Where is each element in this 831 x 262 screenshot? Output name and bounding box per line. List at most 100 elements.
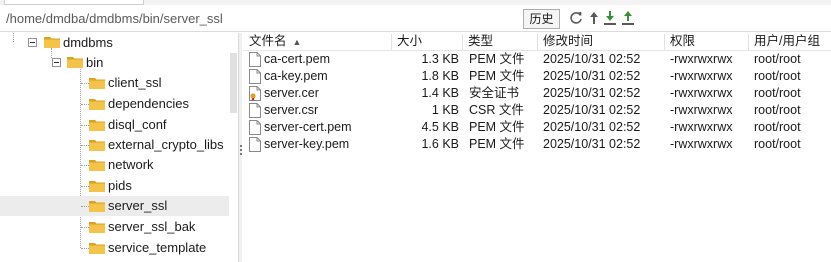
column-divider[interactable] xyxy=(748,34,749,50)
tree-item-label: service_template xyxy=(108,240,207,255)
folder-icon xyxy=(67,56,83,68)
file-type: PEM 文件 xyxy=(469,120,525,134)
file-owner: root/root xyxy=(754,69,801,83)
file-modified: 2025/10/31 02:52 xyxy=(543,103,641,117)
tree-scrollbar[interactable] xyxy=(229,33,238,262)
tree-connector xyxy=(81,227,89,228)
file-icon xyxy=(249,52,261,67)
tree-item-server-ssl[interactable]: server_ssl xyxy=(0,196,229,216)
file-icon xyxy=(249,120,261,135)
certificate-icon xyxy=(249,86,261,101)
tree-item-label: server_ssl_bak xyxy=(108,219,196,234)
folder-icon xyxy=(89,200,105,212)
file-modified: 2025/10/31 02:52 xyxy=(543,137,641,151)
sort-ascending-icon: ▲ xyxy=(292,37,302,47)
tree-item-label: bin xyxy=(86,55,104,70)
file-row[interactable]: server.cer 1.4 KB 安全证书 2025/10/31 02:52 … xyxy=(243,85,831,102)
tree-connector xyxy=(81,186,89,187)
tree-item-server-ssl-bak[interactable]: server_ssl_bak xyxy=(0,217,229,237)
tree-item-bin[interactable]: bin xyxy=(0,53,229,73)
history-button[interactable]: 历史 xyxy=(523,9,560,29)
file-row[interactable]: ca-cert.pem 1.3 KB PEM 文件 2025/10/31 02:… xyxy=(243,51,831,68)
column-header-modified[interactable]: 修改时间 xyxy=(543,33,663,51)
splitter-grip xyxy=(240,153,242,155)
file-permissions: -rwxrwxrwx xyxy=(670,69,733,83)
refresh-icon[interactable] xyxy=(568,10,584,26)
tree-item-disql-conf[interactable]: disql_conf xyxy=(0,115,229,135)
column-label: 文件名 xyxy=(249,34,287,48)
tree-item-external-crypto-libs[interactable]: external_crypto_libs xyxy=(0,135,229,155)
file-row[interactable]: ca-key.pem 1.8 KB PEM 文件 2025/10/31 02:5… xyxy=(243,68,831,85)
file-owner: root/root xyxy=(754,137,801,151)
file-row[interactable]: server.csr 1 KB CSR 文件 2025/10/31 02:52 … xyxy=(243,102,831,119)
file-permissions: -rwxrwxrwx xyxy=(670,86,733,100)
tree-item-network[interactable]: network xyxy=(0,155,229,175)
file-type: CSR 文件 xyxy=(469,103,524,117)
file-modified: 2025/10/31 02:52 xyxy=(543,120,641,134)
tree-connector xyxy=(81,248,89,249)
file-owner: root/root xyxy=(754,120,801,134)
directory-tree: dmdbms bin client_ssl dependencies disql… xyxy=(0,33,238,262)
collapse-toggle[interactable] xyxy=(52,58,61,67)
column-divider[interactable] xyxy=(462,34,463,50)
folder-icon xyxy=(89,242,105,254)
tree-item-label: external_crypto_libs xyxy=(108,137,224,152)
file-permissions: -rwxrwxrwx xyxy=(670,137,733,151)
column-header-owner[interactable]: 用户/用户组 xyxy=(754,33,831,51)
file-modified: 2025/10/31 02:52 xyxy=(543,86,641,100)
column-header-permissions[interactable]: 权限 xyxy=(670,33,750,51)
column-header-name[interactable]: 文件名 ▲ xyxy=(249,33,389,51)
file-type: PEM 文件 xyxy=(469,69,525,83)
file-size: 1.6 KB xyxy=(421,137,459,151)
folder-icon xyxy=(89,221,105,233)
column-header-type[interactable]: 类型 xyxy=(468,33,538,51)
tree-item-label: pids xyxy=(108,178,132,193)
collapse-toggle[interactable] xyxy=(28,38,37,47)
folder-icon xyxy=(89,77,105,89)
file-list: 文件名 ▲ 大小 类型 修改时间 权限 用户/用户组 ca-cert.pem 1.… xyxy=(243,33,831,262)
folder-icon xyxy=(89,139,105,151)
file-row[interactable]: server-key.pem 1.6 KB PEM 文件 2025/10/31 … xyxy=(243,136,831,153)
file-owner: root/root xyxy=(754,103,801,117)
tree-connector xyxy=(81,165,89,166)
scrollbar-thumb[interactable] xyxy=(230,53,237,113)
folder-icon xyxy=(89,159,105,171)
path-input[interactable]: /home/dmdba/dmdbms/bin/server_ssl xyxy=(3,9,521,29)
upload-icon[interactable] xyxy=(620,10,636,26)
file-name: ca-key.pem xyxy=(264,69,328,83)
top-tab-strip xyxy=(0,0,831,5)
file-size: 1 KB xyxy=(431,103,459,117)
up-arrow-icon[interactable] xyxy=(586,10,602,26)
folder-icon xyxy=(89,180,105,192)
file-modified: 2025/10/31 02:52 xyxy=(543,52,641,66)
download-icon[interactable] xyxy=(602,10,618,26)
column-divider[interactable] xyxy=(537,34,538,50)
file-name: server.cer xyxy=(264,86,319,100)
file-owner: root/root xyxy=(754,52,801,66)
file-permissions: -rwxrwxrwx xyxy=(670,120,733,134)
file-size: 1.4 KB xyxy=(421,86,459,100)
file-icon xyxy=(249,69,261,84)
splitter-grip xyxy=(240,149,242,151)
folder-icon xyxy=(89,119,105,131)
tree-item-pids[interactable]: pids xyxy=(0,176,229,196)
tree-item-dependencies[interactable]: dependencies xyxy=(0,94,229,114)
file-permissions: -rwxrwxrwx xyxy=(670,52,733,66)
file-name: server-key.pem xyxy=(264,137,350,151)
tree-item-service-template[interactable]: service_template xyxy=(0,238,229,258)
file-row[interactable]: server-cert.pem 4.5 KB PEM 文件 2025/10/31… xyxy=(243,119,831,136)
pane-splitter[interactable] xyxy=(238,33,242,262)
file-type: PEM 文件 xyxy=(469,137,525,151)
tree-item-dmdbms[interactable]: dmdbms xyxy=(0,33,229,53)
path-bar: /home/dmdba/dmdbms/bin/server_ssl 历史 xyxy=(0,6,831,32)
folder-icon xyxy=(89,98,105,110)
tree-item-label: dependencies xyxy=(108,96,189,111)
column-divider[interactable] xyxy=(664,34,665,50)
column-divider[interactable] xyxy=(391,34,392,50)
tree-item-label: client_ssl xyxy=(108,75,162,90)
column-header-size[interactable]: 大小 xyxy=(397,33,457,51)
tree-connector xyxy=(81,145,89,146)
file-modified: 2025/10/31 02:52 xyxy=(543,69,641,83)
tree-item-client-ssl[interactable]: client_ssl xyxy=(0,73,229,93)
tree-item-label: server_ssl xyxy=(108,198,168,213)
